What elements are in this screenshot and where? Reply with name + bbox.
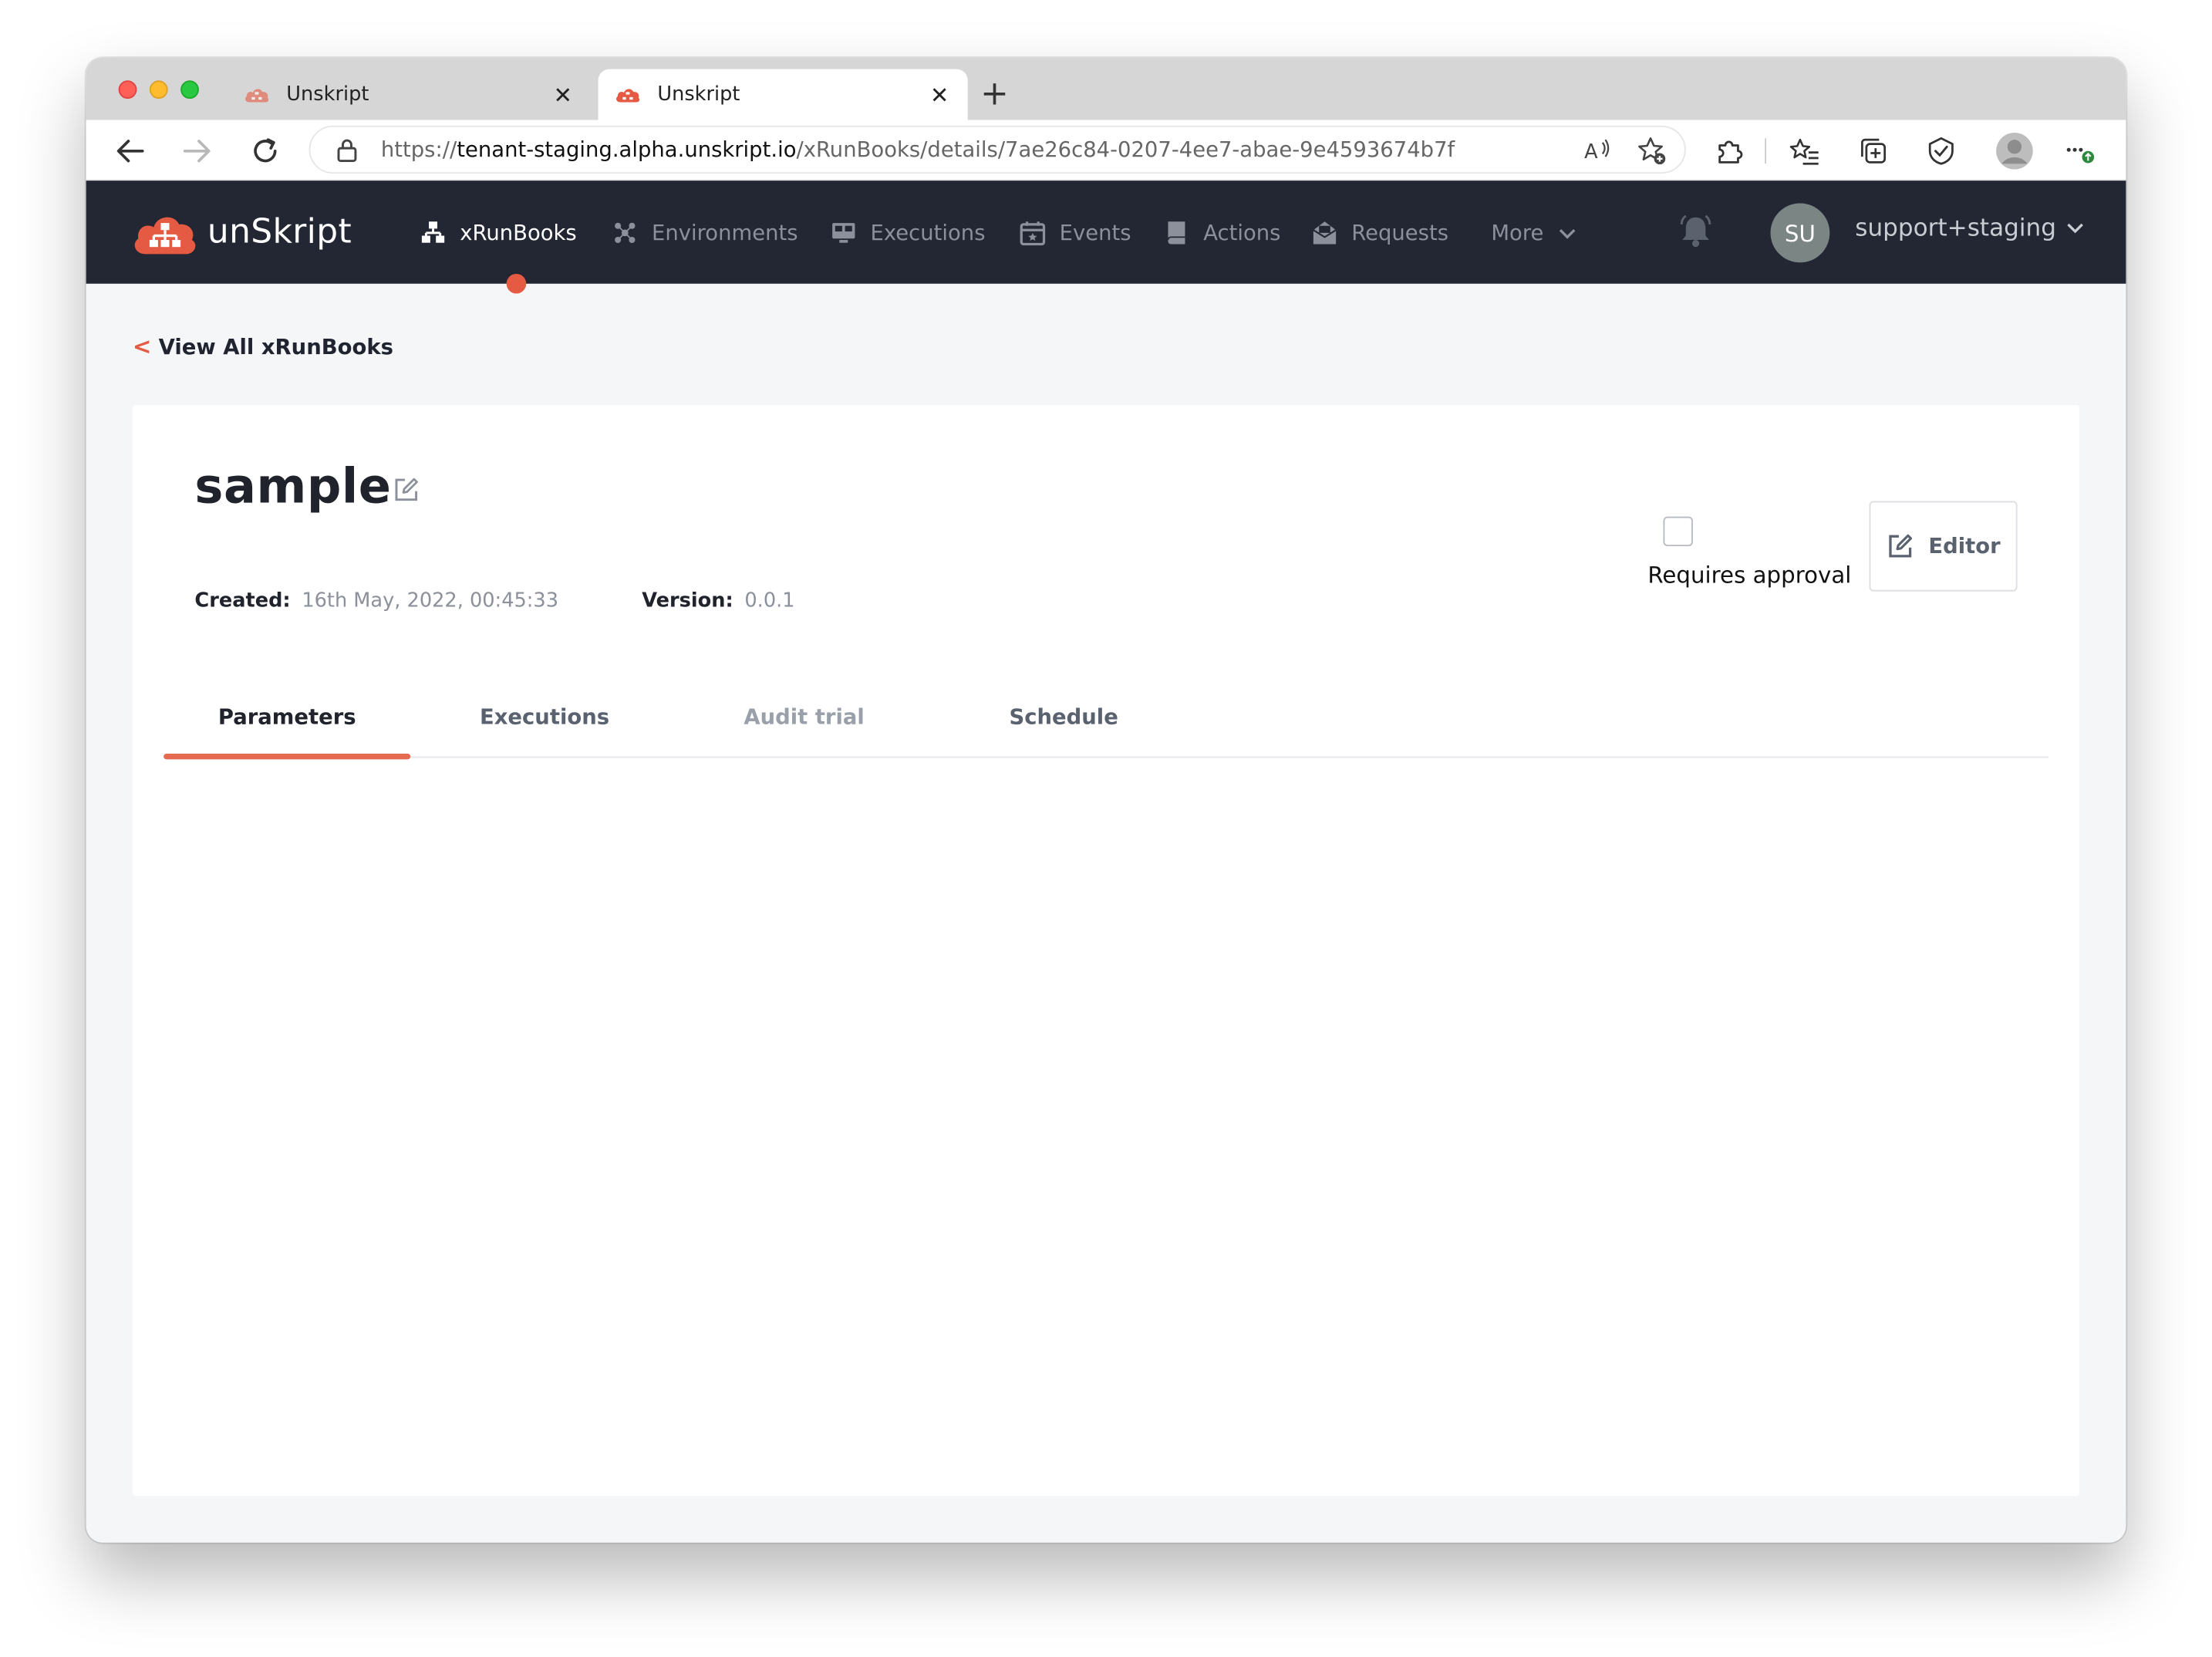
envelope-open-icon [1313, 221, 1337, 245]
read-aloud-icon[interactable]: A [1583, 136, 1611, 164]
requires-approval-checkbox[interactable] [1663, 516, 1693, 547]
created-value: 16th May, 2022, 00:45:33 [302, 589, 559, 613]
created-meta: Created: 16th May, 2022, 00:45:33 [194, 590, 558, 613]
tab-schedule[interactable]: Schedule [959, 704, 1168, 747]
notification-bell-icon[interactable] [1678, 213, 1715, 250]
new-tab-plus-icon[interactable]: + [979, 76, 1010, 110]
browser-tab-strip: Unskript ✕ Unskript ✕ + [86, 58, 2126, 120]
reload-icon[interactable] [247, 133, 284, 170]
version-label: Version: [642, 589, 733, 613]
svg-text:A: A [1584, 140, 1598, 164]
xrunbook-detail-card: sample Created: 16th May, 2022, 00:45:33… [132, 405, 2080, 1497]
settings-more-icon[interactable] [2064, 134, 2098, 168]
nav-environments-label: Environments [652, 220, 798, 246]
favorites-list-icon[interactable] [1787, 134, 1821, 168]
user-initials: SU [1784, 219, 1816, 247]
url-text: https://tenant-staging.alpha.unskript.io… [381, 137, 1455, 162]
close-tab-1-icon[interactable]: ✕ [546, 81, 580, 108]
unskript-cloud-logo-icon [134, 217, 196, 255]
add-favorite-icon[interactable] [1637, 136, 1667, 167]
view-all-xrunbooks-label: View All xRunBooks [158, 333, 393, 359]
profile-avatar-icon[interactable] [1994, 130, 2036, 172]
tab-executions[interactable]: Executions [440, 704, 649, 747]
url-scheme: https:// [380, 137, 457, 163]
nav-events-label: Events [1059, 220, 1131, 246]
app-navbar: unSkript xRunBooks Environments Executio… [86, 181, 2126, 294]
browser-tab-2-title: Unskript [657, 83, 740, 106]
extensions-puzzle-icon[interactable] [1713, 134, 1747, 168]
edit-icon [1889, 534, 1913, 558]
tab-schedule-label: Schedule [1009, 704, 1118, 730]
back-arrow-icon[interactable] [111, 133, 148, 170]
active-tab-underline [164, 754, 411, 760]
nav-more-label: More [1491, 220, 1544, 246]
monitor-icon [832, 223, 855, 243]
address-bar[interactable]: https://tenant-staging.alpha.unskript.io… [309, 125, 1686, 174]
url-host: tenant-staging.alpha.unskript.io [457, 137, 797, 163]
tab-executions-label: Executions [479, 704, 610, 730]
close-tab-2-icon[interactable]: ✕ [922, 81, 956, 108]
chevron-down-icon [1560, 229, 1576, 239]
nav-environments[interactable]: Environments [612, 214, 798, 251]
nav-executions[interactable]: Executions [831, 214, 986, 251]
collections-icon[interactable] [1856, 134, 1890, 168]
user-avatar[interactable]: SU [1770, 203, 1830, 263]
nav-more[interactable]: More [1491, 214, 1577, 251]
browser-tab-1[interactable]: Unskript ✕ [227, 69, 591, 120]
forward-arrow-icon[interactable] [179, 133, 216, 170]
nav-requests-label: Requests [1351, 220, 1449, 246]
calendar-icon [1020, 221, 1046, 246]
tab-audit-trial-label: Audit trial [744, 704, 865, 730]
nav-xrunbooks-label: xRunBooks [460, 220, 577, 246]
editor-button[interactable]: Editor [1869, 501, 2018, 592]
url-path: /xRunBooks/details/7ae26c84-0207-4ee7-ab… [796, 137, 1455, 163]
browser-window: Unskript ✕ Unskript ✕ + https://tenant-s… [86, 58, 2126, 1543]
user-menu[interactable]: support+staging [1855, 214, 2084, 243]
user-name-label: support+staging [1855, 214, 2056, 243]
brand-logo[interactable]: unSkript [131, 206, 352, 257]
zoom-window-button[interactable] [180, 80, 199, 100]
view-all-xrunbooks-link[interactable]: < View All xRunBooks [133, 333, 393, 360]
browser-tab-1-title: Unskript [286, 83, 369, 106]
nav-executions-label: Executions [870, 220, 986, 246]
active-nav-indicator [506, 273, 527, 294]
brand-name: unSkript [207, 211, 352, 251]
nav-actions[interactable]: Actions [1164, 214, 1280, 251]
browser-tab-2[interactable]: Unskript ✕ [598, 69, 968, 120]
lock-icon[interactable] [336, 137, 358, 163]
created-label: Created: [194, 589, 291, 613]
xrunbook-tabs: Parameters Executions Audit trial Schedu… [164, 694, 2048, 760]
back-chevron-icon: < [132, 332, 152, 360]
requires-approval-label: Requires approval [1647, 562, 1852, 589]
tab-parameters-label: Parameters [217, 704, 356, 730]
screenshot-stage: Unskript ✕ Unskript ✕ + https://tenant-s… [0, 0, 2212, 1657]
hierarchy-icon [421, 221, 445, 243]
chevron-down-icon [2066, 223, 2083, 234]
network-icon [615, 222, 636, 244]
toolbar-separator [1765, 138, 1767, 164]
nav-actions-label: Actions [1203, 220, 1281, 246]
tab-audit-trial[interactable]: Audit trial [700, 704, 909, 747]
unskript-favicon-icon [616, 89, 640, 103]
version-meta: Version: 0.0.1 [642, 590, 794, 613]
xrunbook-title: sample [194, 458, 392, 515]
nav-events[interactable]: Events [1020, 214, 1131, 251]
version-value: 0.0.1 [744, 589, 795, 613]
browser-toolbar: https://tenant-staging.alpha.unskript.io… [86, 120, 2126, 181]
nav-requests[interactable]: Requests [1312, 214, 1448, 251]
nav-xrunbooks[interactable]: xRunBooks [420, 214, 577, 251]
close-window-button[interactable] [118, 80, 137, 100]
book-icon [1167, 221, 1185, 245]
editor-button-label: Editor [1928, 533, 2001, 559]
unskript-favicon-icon [245, 89, 269, 103]
minimize-window-button[interactable] [149, 80, 168, 100]
edit-title-icon[interactable] [392, 476, 420, 505]
tab-parameters[interactable]: Parameters [164, 704, 410, 747]
browser-essentials-icon[interactable] [1924, 134, 1958, 168]
